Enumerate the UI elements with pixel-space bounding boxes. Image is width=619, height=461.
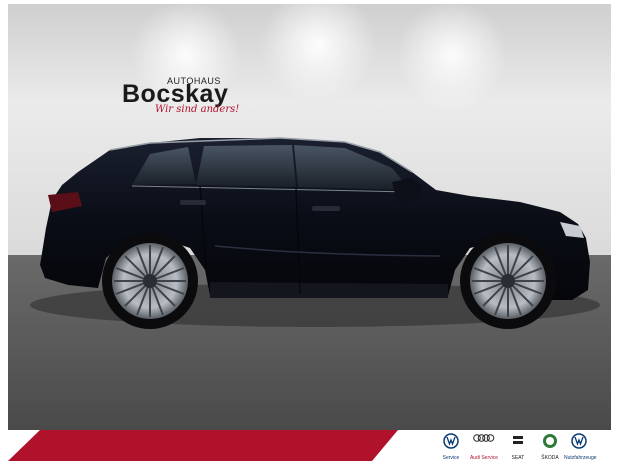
front-door-handle [312,206,340,211]
photo-stage: AUTOHAUS Bocskay Wir sind anders! Servic… [0,0,619,461]
footer-logo-label: Audi Service [469,455,499,461]
vw-commercial-logo-icon: Nutzfahrzeuge [564,433,597,461]
car-photo [8,0,611,430]
side-sill [210,282,448,298]
spotlight [397,0,507,110]
vw-logo-icon: Service [436,433,466,461]
dealer-slogan: Wir sind anders! [155,104,240,115]
middle-window [196,145,296,187]
rear-wheel [102,233,198,329]
red-stripe [8,430,398,461]
footer-logo-label: Nutzfahrzeuge [564,455,597,461]
seat-logo-icon: SEAT [503,433,533,461]
front-wheel [460,233,556,329]
skoda-logo-icon: ŠKODA [535,433,565,461]
footer-logo-label: Service [442,455,460,461]
footer-logo-label: SEAT [511,455,525,461]
rear-door-handle [180,200,206,205]
audi-rings-icon: Audi Service [469,433,499,461]
footer-logo-label: ŠKODA [541,455,559,461]
